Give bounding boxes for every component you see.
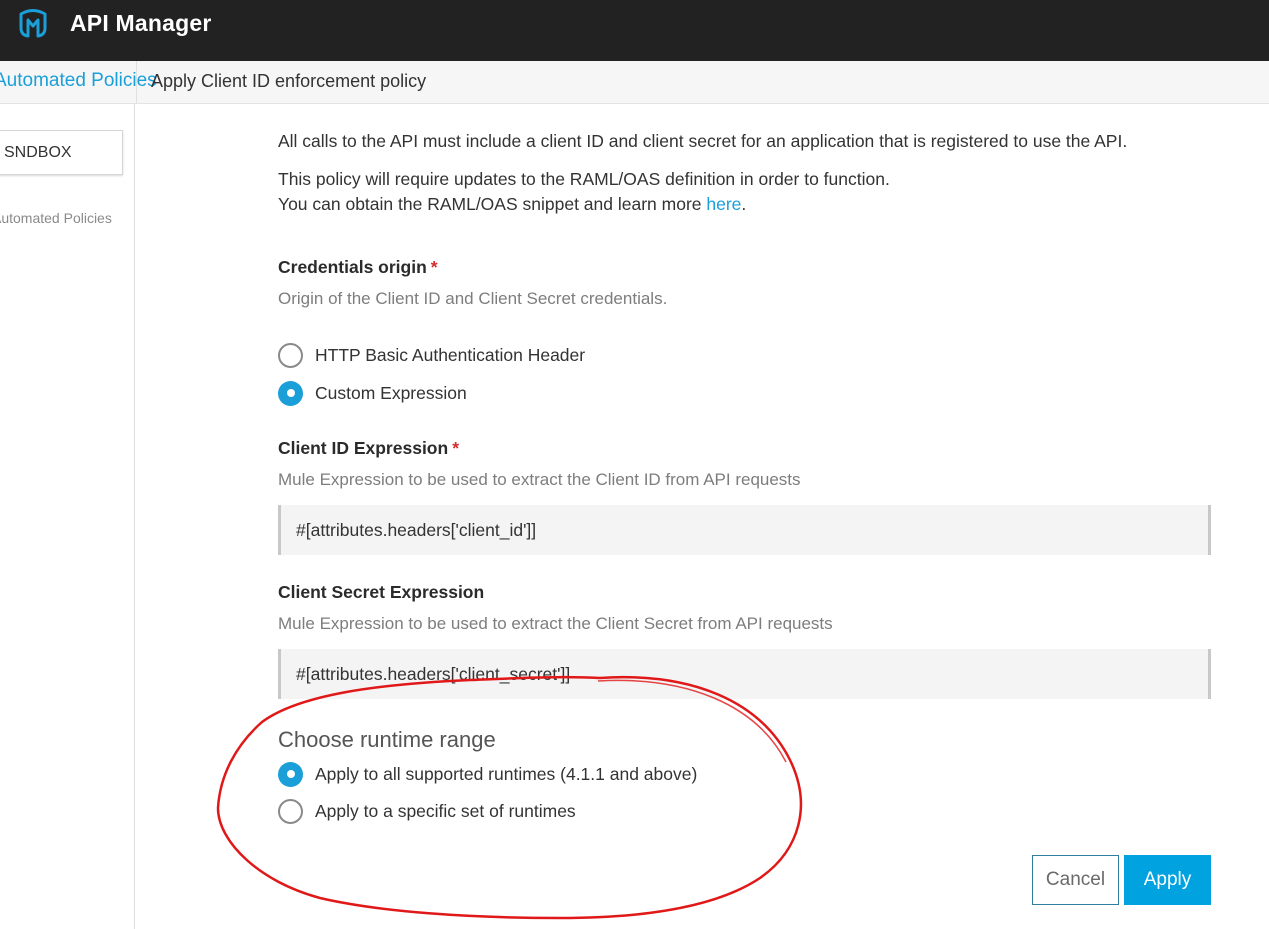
environment-selector[interactable]: SNDBOX	[0, 130, 123, 175]
client-id-expression-label: Client ID Expression	[278, 438, 449, 458]
client-secret-expression-title: Client Secret Expression	[278, 582, 485, 602]
environment-label: SNDBOX	[4, 144, 72, 161]
policy-note-line2: You can obtain the RAML/OAS snippet and …	[278, 194, 746, 215]
breadcrumb-separator	[136, 61, 137, 104]
radio-button-selected[interactable]	[278, 380, 303, 406]
here-link[interactable]: here	[706, 194, 741, 214]
client-id-expression-title: Client ID Expression *	[278, 438, 459, 459]
required-mark: *	[452, 438, 459, 458]
radio-http-basic[interactable]: HTTP Basic Authentication Header	[278, 342, 585, 368]
policy-description: All calls to the API must include a clie…	[278, 131, 1128, 151]
required-mark: *	[430, 257, 438, 277]
client-id-expression-input[interactable]: #[attributes.headers['client_id']]	[278, 505, 1211, 555]
client-id-expression-subtitle: Mule Expression to be used to extract th…	[278, 470, 801, 489]
breadcrumb-parent-link[interactable]: Automated Policies	[0, 70, 157, 92]
sidebar-item-automated-policies[interactable]: Automated Policies	[0, 210, 112, 226]
credentials-origin-label: Credentials origin	[278, 257, 427, 277]
radio-specific-runtimes[interactable]: Apply to a specific set of runtimes	[278, 798, 576, 824]
radio-custom-expression[interactable]: Custom Expression	[278, 380, 467, 406]
radio-label: HTTP Basic Authentication Header	[315, 344, 586, 365]
apply-button[interactable]: Apply	[1124, 855, 1211, 905]
note-prefix: You can obtain the RAML/OAS snippet and …	[278, 194, 707, 214]
radio-label: Apply to all supported runtimes (4.1.1 a…	[315, 763, 698, 784]
breadcrumb: Automated Policies Apply Client ID enfor…	[0, 61, 1269, 104]
top-bar: API Manager	[0, 0, 1269, 61]
credentials-origin-title: Credentials origin *	[278, 257, 438, 278]
radio-all-runtimes[interactable]: Apply to all supported runtimes (4.1.1 a…	[278, 761, 697, 787]
radio-button-selected[interactable]	[278, 761, 303, 787]
cancel-button[interactable]: Cancel	[1032, 855, 1119, 905]
breadcrumb-current: Apply Client ID enforcement policy	[151, 71, 427, 91]
credentials-origin-subtitle: Origin of the Client ID and Client Secre…	[278, 289, 668, 308]
radio-button[interactable]	[278, 798, 303, 824]
radio-button[interactable]	[278, 342, 303, 368]
policy-note-line1: This policy will require updates to the …	[278, 169, 890, 189]
mulesoft-logo-icon[interactable]	[16, 8, 50, 38]
radio-label: Apply to a specific set of runtimes	[315, 800, 576, 821]
radio-label: Custom Expression	[315, 382, 467, 403]
runtime-range-title: Choose runtime range	[278, 727, 496, 752]
client-secret-expression-subtitle: Mule Expression to be used to extract th…	[278, 614, 833, 633]
note-suffix: .	[741, 194, 747, 214]
client-secret-expression-input[interactable]: #[attributes.headers['client_secret']]	[278, 649, 1211, 699]
sidebar: SNDBOX Automated Policies	[0, 104, 135, 929]
app-title: API Manager	[70, 10, 212, 36]
